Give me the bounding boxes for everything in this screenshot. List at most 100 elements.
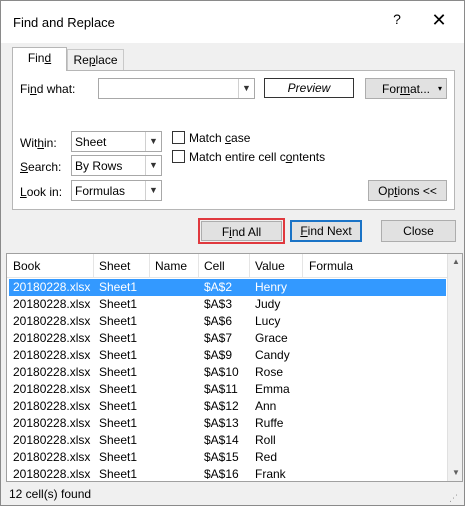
cell-value: Henry (255, 280, 288, 294)
cell-sheet: Sheet1 (99, 280, 138, 294)
cell-cell: $A$15 (204, 450, 239, 464)
results-list[interactable]: Book Sheet Name Cell Value Formula 20180… (6, 253, 463, 482)
within-select[interactable]: Sheet ▼ (71, 131, 162, 152)
cell-book: 20180228.xlsx (13, 382, 91, 396)
chevron-down-icon[interactable]: ▼ (238, 79, 254, 98)
cell-value: Rose (255, 365, 284, 379)
cell-book: 20180228.xlsx (13, 331, 91, 345)
titlebar: Find and Replace ? ✕ (1, 1, 464, 43)
cell-sheet: Sheet1 (99, 297, 138, 311)
column-header-cell[interactable]: Cell (204, 259, 225, 273)
help-icon[interactable]: ? (387, 11, 407, 33)
cell-cell: $A$10 (204, 365, 239, 379)
find-next-button[interactable]: Find Next (290, 220, 362, 242)
match-case-checkbox[interactable] (172, 131, 185, 144)
cell-cell: $A$6 (204, 314, 233, 328)
table-row[interactable]: 20180228.xlsx Sheet1 $A$3 Judy (9, 296, 446, 313)
cell-sheet: Sheet1 (99, 450, 138, 464)
look-in-label: Look in: (20, 185, 63, 199)
dialog-title: Find and Replace (13, 15, 115, 30)
cell-sheet: Sheet1 (99, 331, 138, 345)
cell-book: 20180228.xlsx (13, 297, 91, 311)
cell-value: Ruffe (255, 416, 284, 430)
cell-book: 20180228.xlsx (13, 365, 91, 379)
tab-replace[interactable]: Replace (67, 49, 124, 71)
look-in-select[interactable]: Formulas ▼ (71, 180, 162, 201)
cell-cell: $A$14 (204, 433, 239, 447)
match-case-label: Match case (189, 131, 251, 145)
cell-sheet: Sheet1 (99, 433, 138, 447)
table-row[interactable]: 20180228.xlsx Sheet1 $A$9 Candy (9, 347, 446, 364)
find-all-button[interactable]: Find All (201, 221, 282, 241)
cell-value: Roll (255, 433, 276, 447)
cell-value: Candy (255, 348, 290, 362)
format-button[interactable]: Format... ▾ (365, 78, 447, 99)
table-row[interactable]: 20180228.xlsx Sheet1 $A$7 Grace (9, 330, 446, 347)
cell-value: Red (255, 450, 278, 464)
table-row[interactable]: 20180228.xlsx Sheet1 $A$16 Frank (9, 466, 446, 481)
column-header-value[interactable]: Value (255, 259, 285, 273)
cell-book: 20180228.xlsx (13, 280, 91, 294)
match-entire-label: Match entire cell contents (189, 150, 326, 164)
search-select[interactable]: By Rows ▼ (71, 155, 162, 176)
table-row[interactable]: 20180228.xlsx Sheet1 $A$14 Roll (9, 432, 446, 449)
cell-cell: $A$12 (204, 399, 239, 413)
column-header-formula[interactable]: Formula (309, 259, 353, 273)
look-in-value: Formulas (75, 184, 126, 198)
cell-value: Grace (255, 331, 288, 345)
cell-cell: $A$11 (204, 382, 238, 396)
table-row[interactable]: 20180228.xlsx Sheet1 $A$11 Emma (9, 381, 446, 398)
cell-book: 20180228.xlsx (13, 433, 91, 447)
scroll-down-icon[interactable]: ▼ (448, 465, 462, 481)
table-row[interactable]: 20180228.xlsx Sheet1 $A$10 Rose (9, 364, 446, 381)
dropdown-arrow-icon[interactable]: ▾ (438, 79, 442, 99)
cell-cell: $A$3 (204, 297, 233, 311)
cell-book: 20180228.xlsx (13, 467, 91, 481)
format-preview: Preview (264, 78, 354, 98)
close-icon[interactable]: ✕ (429, 10, 449, 32)
cell-cell: $A$13 (204, 416, 239, 430)
table-row[interactable]: 20180228.xlsx Sheet1 $A$12 Ann (9, 398, 446, 415)
column-header-book[interactable]: Book (13, 259, 40, 273)
cell-sheet: Sheet1 (99, 382, 138, 396)
cell-value: Ann (255, 399, 277, 413)
search-value: By Rows (75, 159, 123, 173)
cell-cell: $A$7 (204, 331, 233, 345)
tab-find[interactable]: Find (12, 47, 67, 71)
find-what-input[interactable]: ▼ (98, 78, 255, 99)
cell-book: 20180228.xlsx (13, 399, 91, 413)
close-button[interactable]: Close (381, 220, 456, 242)
options-button[interactable]: Options << (368, 180, 447, 201)
table-row[interactable]: 20180228.xlsx Sheet1 $A$15 Red (9, 449, 446, 466)
cell-value: Frank (255, 467, 286, 481)
cell-book: 20180228.xlsx (13, 314, 91, 328)
cell-value: Lucy (255, 314, 281, 328)
scroll-up-icon[interactable]: ▲ (448, 254, 462, 270)
cell-cell: $A$9 (204, 348, 233, 362)
chevron-down-icon[interactable]: ▼ (145, 156, 161, 175)
cell-sheet: Sheet1 (99, 467, 138, 481)
resize-grip-icon[interactable]: ⋰ (449, 493, 461, 505)
cell-value: Judy (255, 297, 281, 311)
cell-value: Emma (255, 382, 290, 396)
cell-sheet: Sheet1 (99, 348, 138, 362)
status-text: 12 cell(s) found (9, 487, 92, 501)
match-entire-checkbox[interactable] (172, 150, 185, 163)
table-row[interactable]: 20180228.xlsx Sheet1 $A$6 Lucy (9, 313, 446, 330)
column-header-sheet[interactable]: Sheet (99, 259, 130, 273)
vertical-scrollbar[interactable]: ▲ ▼ (447, 254, 462, 481)
find-replace-dialog: Find and Replace ? ✕ Find Replace Find w… (0, 0, 465, 506)
cell-sheet: Sheet1 (99, 399, 138, 413)
column-header-name[interactable]: Name (155, 259, 187, 273)
cell-book: 20180228.xlsx (13, 416, 91, 430)
table-row[interactable]: 20180228.xlsx Sheet1 $A$13 Ruffe (9, 415, 446, 432)
cell-cell: $A$2 (204, 280, 233, 294)
cell-sheet: Sheet1 (99, 314, 138, 328)
table-row[interactable]: 20180228.xlsx Sheet1 $A$2 Henry (9, 279, 446, 296)
results-header: Book Sheet Name Cell Value Formula (7, 254, 447, 278)
cell-book: 20180228.xlsx (13, 348, 91, 362)
find-what-label: Find what: (20, 82, 76, 96)
chevron-down-icon[interactable]: ▼ (145, 181, 161, 200)
within-label: Within: (20, 136, 57, 150)
chevron-down-icon[interactable]: ▼ (145, 132, 161, 151)
